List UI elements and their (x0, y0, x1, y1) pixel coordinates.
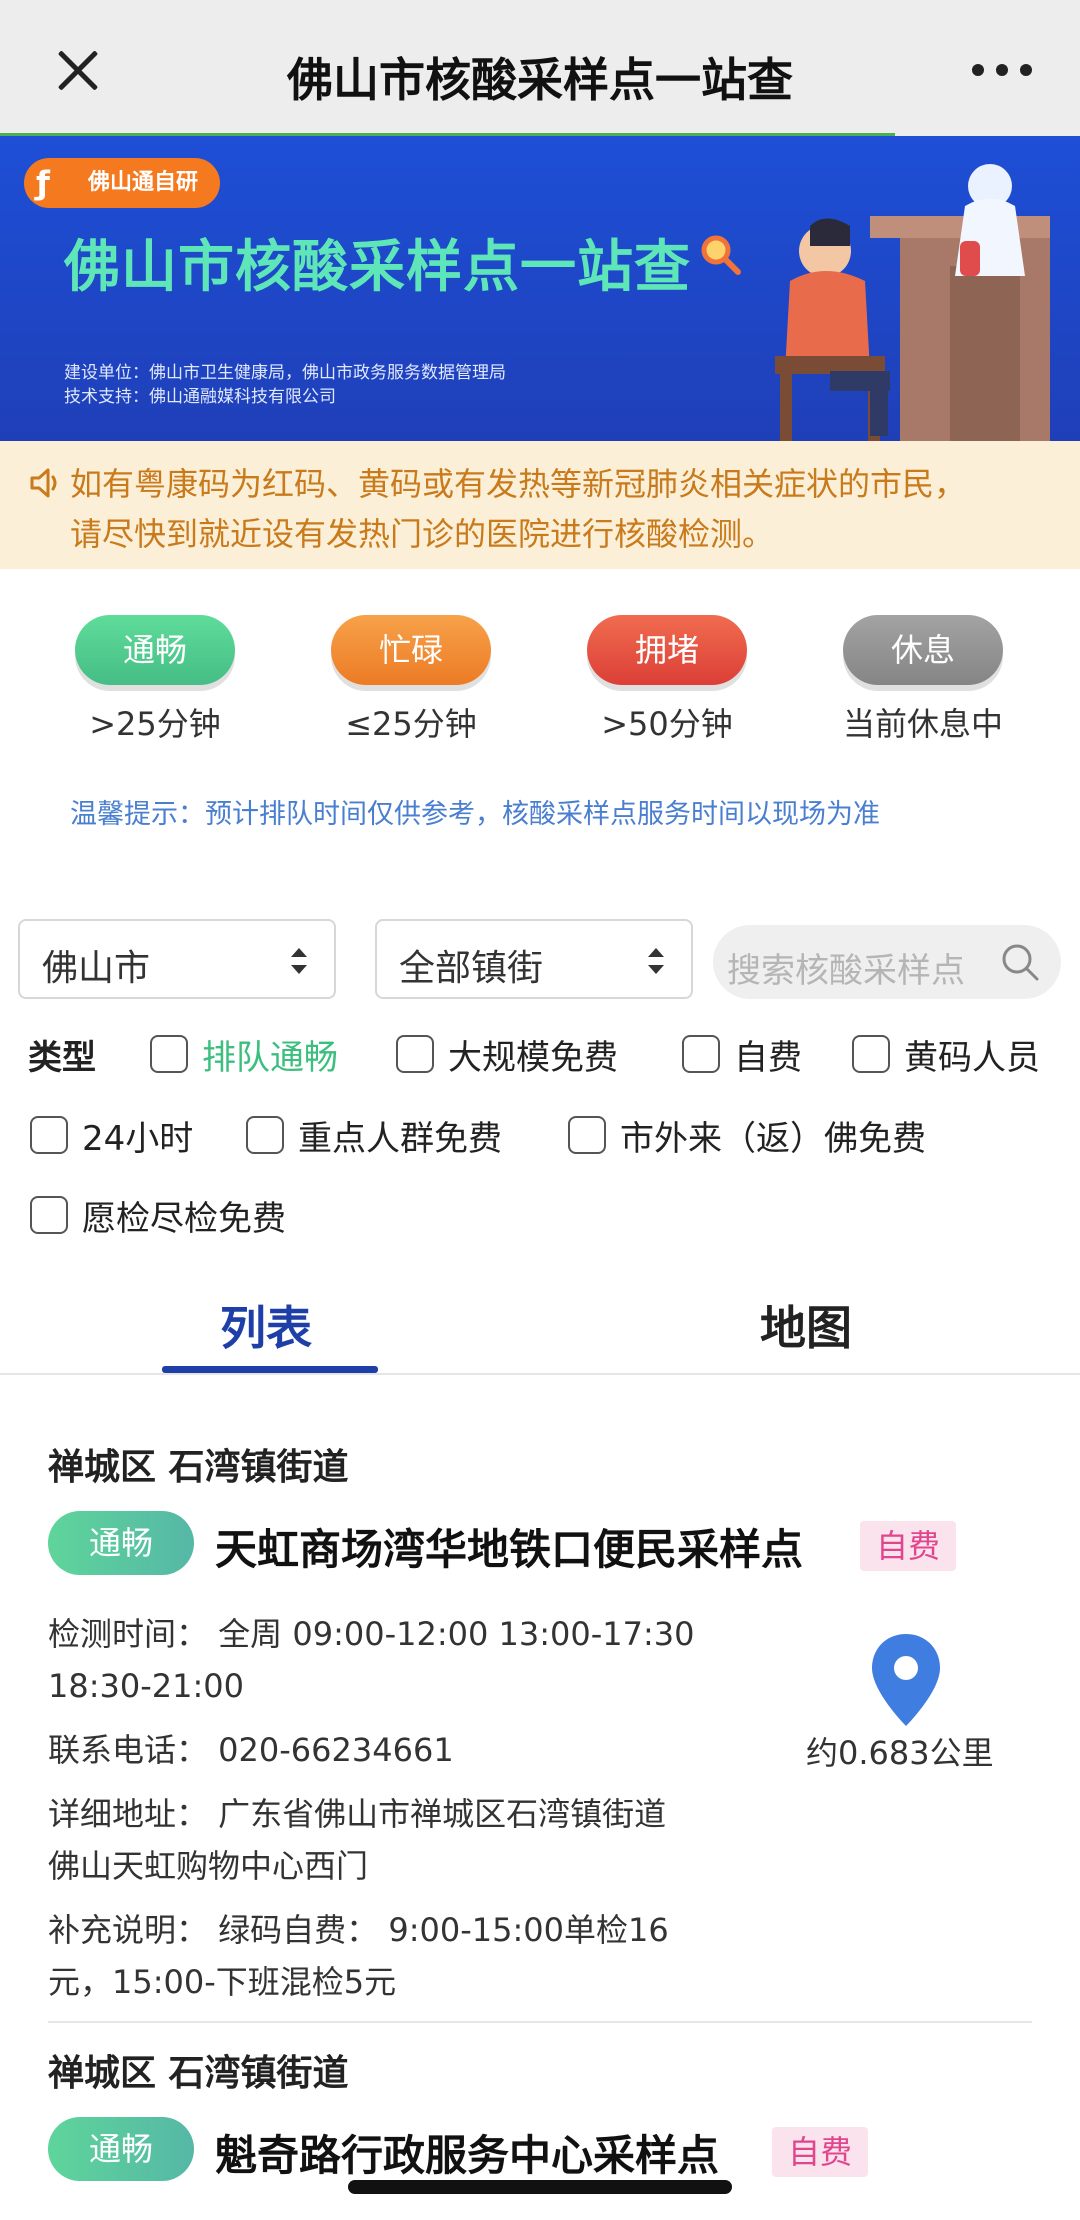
legend-pill-busy: 忙碌 (331, 615, 491, 685)
site-address-line-1: 详细地址： 广东省佛山市禅城区石湾镇街道 (48, 1795, 667, 1833)
site-note-line-1: 补充说明： 绿码自费： 9:00-15:00单检16 (48, 1911, 669, 1949)
checkbox-box[interactable] (246, 1116, 284, 1154)
select-arrows-icon (291, 948, 307, 974)
city-select-value: 佛山市 (42, 948, 151, 989)
tab-map[interactable]: 地图 (760, 1292, 852, 1358)
site-note: 补充说明： 绿码自费： 9:00-15:00单检16 元，15:00-下班混检5… (48, 1904, 748, 2008)
site-distance: 约0.683公里 (806, 1734, 994, 1772)
checkbox-self-paid[interactable]: 自费 (682, 1029, 802, 1079)
checkbox-label: 24小时 (82, 1118, 194, 1159)
site-status-badge: 通畅 (48, 1511, 194, 1575)
checkbox-label: 市外来（返）佛免费 (620, 1118, 926, 1159)
swab-test-illustration (775, 164, 1050, 441)
checkbox-label: 愿检尽检免费 (82, 1198, 286, 1239)
checkbox-box[interactable] (150, 1035, 188, 1073)
site-area: 禅城区 石湾镇街道 (48, 2053, 349, 2094)
checkbox-box[interactable] (30, 1116, 68, 1154)
speaker-icon (30, 468, 57, 498)
health-notice: 如有粤康码为红码、黄码或有发热等新冠肺炎相关症状的市民， 请尽快到就近设有发热门… (0, 441, 1080, 569)
legend-item-resting: 休息 当前休息中 (838, 615, 1008, 745)
site-search-input[interactable]: 搜索核酸采样点 (713, 925, 1061, 999)
legend-pill-resting: 休息 (843, 615, 1003, 685)
site-divider (48, 2021, 1032, 2023)
town-select-value: 全部镇街 (399, 948, 544, 989)
site-hours: 检测时间： 全周 09:00-12:00 13:00-17:30 18:30-2… (48, 1608, 748, 1712)
checkbox-yellow-code[interactable]: 黄码人员 (852, 1029, 1040, 1079)
legend-sub-busy: ≤25分钟 (345, 705, 477, 743)
checkbox-voluntary-free[interactable]: 愿检尽检免费 (30, 1190, 286, 1240)
checkbox-label: 重点人群免费 (298, 1118, 502, 1159)
checkbox-queue-smooth[interactable]: 排队通畅 (150, 1029, 338, 1079)
checkbox-box[interactable] (568, 1116, 606, 1154)
queue-status-legend: 通畅 >25分钟 忙碌 ≤25分钟 拥堵 >50分钟 休息 当前休息中 (0, 615, 1080, 755)
hero-banner: 佛山通自研 ƒ 佛山市核酸采样点一站查 建设单位：佛山市卫生健康局，佛山市政务服… (0, 136, 1080, 441)
banner-title: 佛山市核酸采样点一站查 (64, 235, 691, 300)
notice-text: 如有粤康码为红码、黄码或有发热等新冠肺炎相关症状的市民， 请尽快到就近设有发热门… (70, 459, 1040, 559)
checkbox-box[interactable] (396, 1035, 434, 1073)
brand-logo-icon: ƒ (36, 164, 50, 202)
more-options-icon[interactable] (972, 40, 1032, 100)
site-area: 禅城区 石湾镇街道 (48, 1447, 349, 1488)
site-name[interactable]: 天虹商场湾华地铁口便民采样点 (215, 1516, 803, 1577)
banner-credit-tech: 技术支持：佛山通融媒科技有限公司 (64, 387, 336, 407)
legend-sub-congested: >50分钟 (601, 705, 733, 743)
legend-item-busy: 忙碌 ≤25分钟 (326, 615, 496, 745)
checkbox-mass-free[interactable]: 大规模免费 (396, 1029, 618, 1079)
site-status-badge: 通畅 (48, 2117, 194, 2181)
town-select[interactable]: 全部镇街 (375, 919, 693, 999)
checkbox-returnee-free[interactable]: 市外来（返）佛免费 (568, 1110, 926, 1160)
notice-line-1: 如有粤康码为红码、黄码或有发热等新冠肺炎相关症状的市民， (70, 465, 967, 503)
banner-credit-builder: 建设单位：佛山市卫生健康局，佛山市政务服务数据管理局 (64, 363, 506, 383)
active-tab-indicator (162, 1366, 378, 1373)
checkbox-label: 自费 (734, 1037, 802, 1078)
legend-item-smooth: 通畅 >25分钟 (70, 615, 240, 745)
site-hours-line-2: 18:30-21:00 (48, 1667, 244, 1705)
notice-line-2: 请尽快到就近设有发热门诊的医院进行核酸检测。 (70, 515, 775, 553)
checkbox-24-hours[interactable]: 24小时 (30, 1110, 193, 1160)
checkbox-box[interactable] (852, 1035, 890, 1073)
view-tabs: 列表 地图 (0, 1280, 1080, 1375)
top-navbar: 佛山市核酸采样点一站查 (0, 0, 1080, 140)
page-title: 佛山市核酸采样点一站查 (287, 53, 793, 107)
location-pin-icon[interactable] (866, 1630, 946, 1730)
legend-sub-smooth: >25分钟 (89, 705, 221, 743)
checkbox-label: 排队通畅 (202, 1037, 338, 1078)
site-hours-line-1: 检测时间： 全周 09:00-12:00 13:00-17:30 (48, 1615, 695, 1653)
site-phone[interactable]: 联系电话： 020-66234661 (48, 1724, 748, 1776)
checkbox-label: 黄码人员 (904, 1037, 1040, 1078)
checkbox-box[interactable] (30, 1196, 68, 1234)
checkbox-key-group-free[interactable]: 重点人群免费 (246, 1110, 502, 1160)
magnifier-icon (701, 235, 741, 275)
checkbox-label: 大规模免费 (448, 1037, 618, 1078)
tab-list[interactable]: 列表 (220, 1292, 312, 1358)
legend-pill-smooth: 通畅 (75, 615, 235, 685)
city-select[interactable]: 佛山市 (18, 919, 336, 999)
search-placeholder: 搜索核酸采样点 (727, 951, 965, 991)
checkbox-box[interactable] (682, 1035, 720, 1073)
fee-tag: 自费 (860, 1521, 957, 1571)
site-address: 详细地址： 广东省佛山市禅城区石湾镇街道 佛山天虹购物中心西门 (48, 1788, 748, 1892)
fee-tag: 自费 (772, 2127, 869, 2177)
legend-sub-resting: 当前休息中 (842, 705, 1003, 743)
search-icon[interactable] (999, 941, 1041, 983)
select-arrows-icon (648, 948, 664, 974)
queue-tip: 温馨提示：预计排队时间仅供参考，核酸采样点服务时间以现场为准 (70, 799, 880, 830)
home-indicator[interactable] (348, 2180, 732, 2194)
legend-pill-congested: 拥堵 (587, 615, 747, 685)
site-name[interactable]: 魁奇路行政服务中心采样点 (215, 2122, 719, 2183)
site-address-line-2: 佛山天虹购物中心西门 (48, 1847, 369, 1885)
site-note-line-2: 元，15:00-下班混检5元 (48, 1963, 397, 2001)
type-filter-label: 类型 (28, 1038, 96, 1078)
legend-item-congested: 拥堵 >50分钟 (582, 615, 752, 745)
